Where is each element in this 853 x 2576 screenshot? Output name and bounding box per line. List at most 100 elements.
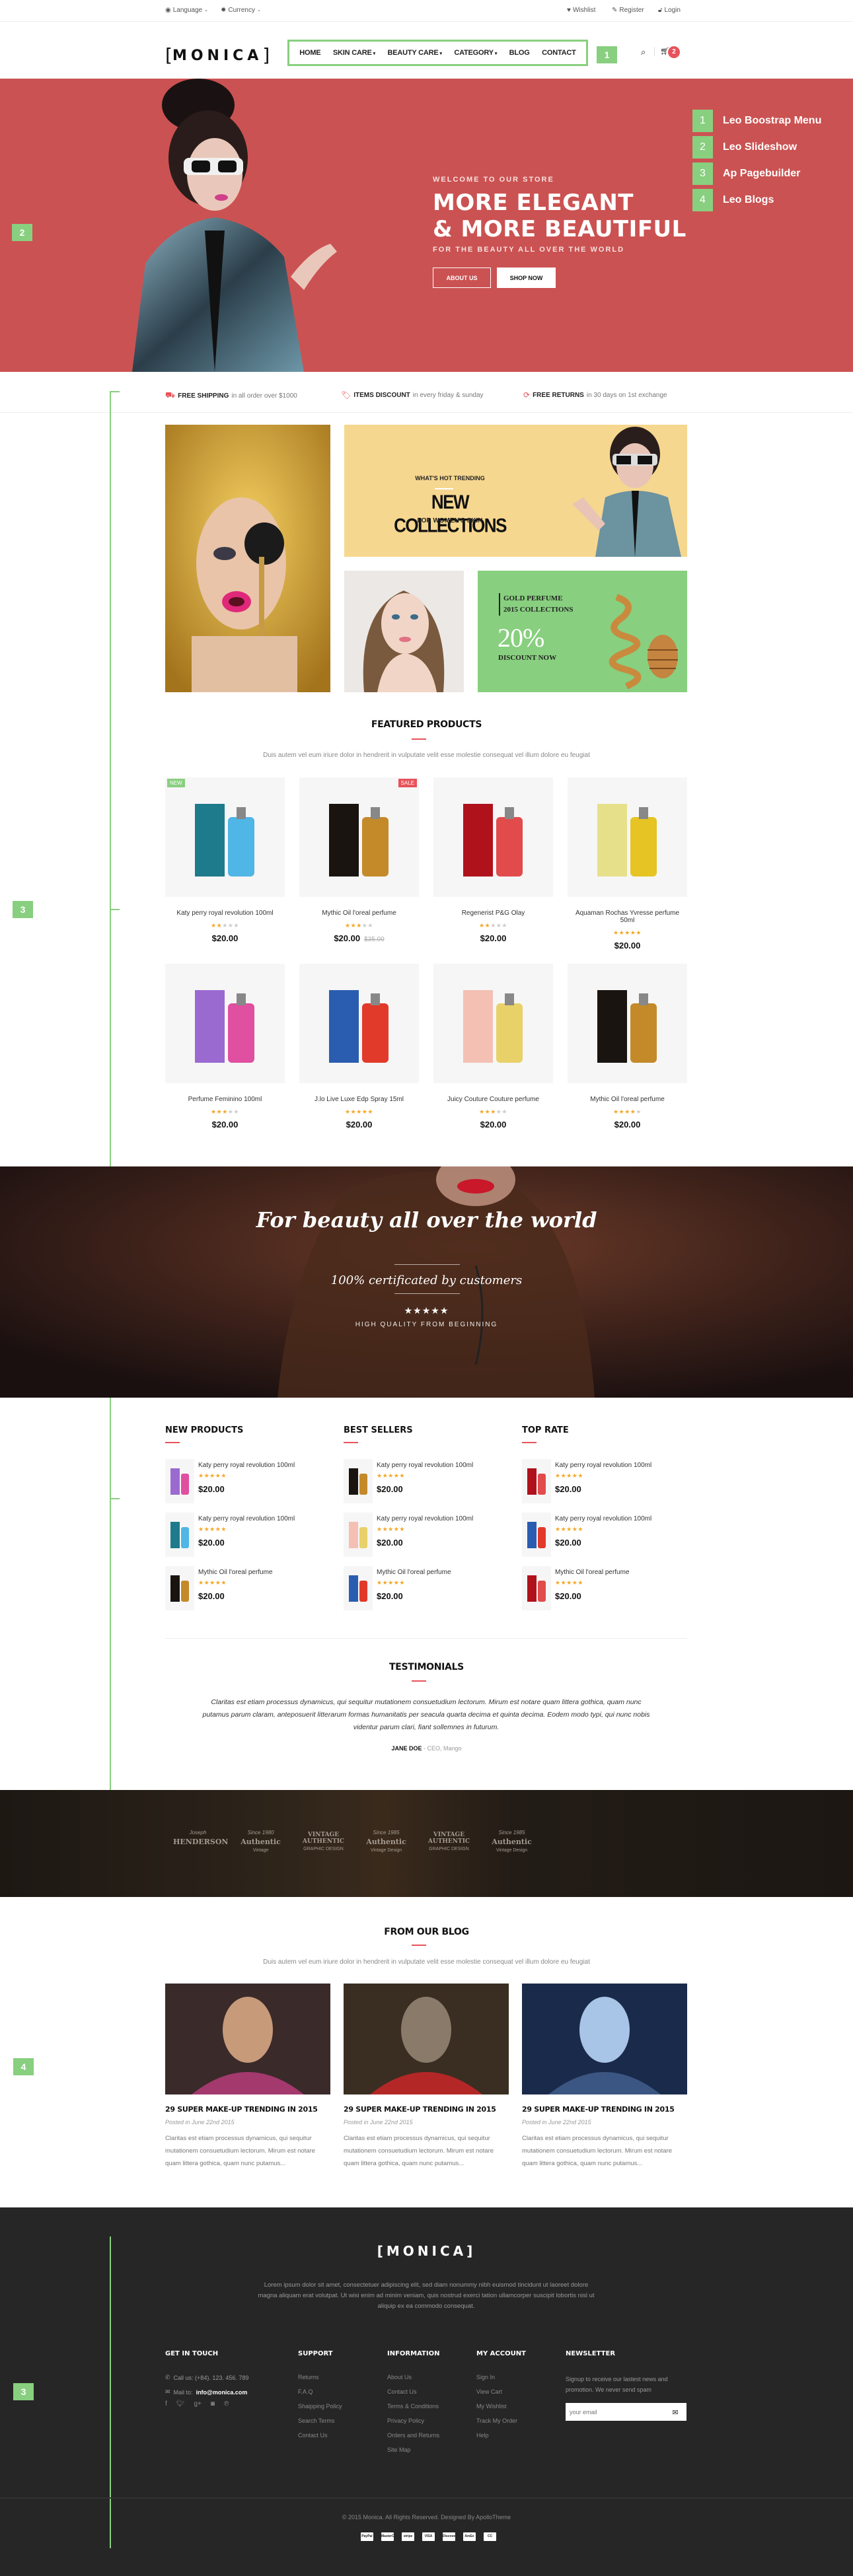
- product-image[interactable]: NEW: [165, 777, 285, 897]
- footer-link[interactable]: Shaipping Policy: [298, 2403, 342, 2410]
- list-item-thumbnail[interactable]: [165, 1459, 194, 1503]
- email-link[interactable]: info@monica.com: [196, 2389, 248, 2396]
- footer-link[interactable]: Contact Us: [387, 2388, 417, 2395]
- list-item-thumbnail[interactable]: [522, 1566, 551, 1610]
- list-item[interactable]: Katy perry royal revolution 100ml ★★★★★ $2…: [165, 1513, 330, 1557]
- list-item[interactable]: Mythic Oil l'oreal perfume ★★★★★ $20.00: [165, 1566, 330, 1610]
- blog-post-title[interactable]: 29 SUPER MAKE-UP TRENDING IN 2015: [522, 2105, 687, 2114]
- google-plus-icon[interactable]: g+: [194, 2400, 201, 2408]
- banner-new-collections[interactable]: WHAT'S HOT TRENDING NEW COLLECTIONS FOR …: [344, 425, 687, 557]
- nav-item-blog[interactable]: BLOG: [509, 49, 530, 57]
- brand-logo[interactable]: Joseph HENDERSON: [173, 1830, 228, 1869]
- footer-link[interactable]: My Wishlist: [476, 2403, 507, 2410]
- list-item-thumbnail[interactable]: [522, 1513, 551, 1557]
- product-name[interactable]: Regenerist P&G Olay: [433, 910, 553, 917]
- footer-link[interactable]: Returns: [298, 2374, 319, 2380]
- list-item-thumbnail[interactable]: [522, 1459, 551, 1503]
- blog-post-title[interactable]: 29 SUPER MAKE-UP TRENDING IN 2015: [344, 2105, 509, 2114]
- blog-post-image[interactable]: [344, 1984, 509, 2094]
- product-name[interactable]: Katy perry royal revolution 100ml: [165, 910, 285, 917]
- facebook-icon[interactable]: f: [165, 2400, 167, 2408]
- newsletter-email-input[interactable]: [566, 2403, 686, 2421]
- logo[interactable]: [MONICA]: [165, 43, 270, 66]
- product-card[interactable]: Aquaman Rochas Yvresse perfume 50ml ★★★★★…: [568, 777, 687, 950]
- footer-link[interactable]: Sign In: [476, 2374, 495, 2380]
- footer-link[interactable]: Track My Order: [476, 2417, 517, 2424]
- product-card[interactable]: Juicy Couture Couture perfume ★★★★★ $20.00: [433, 964, 553, 1129]
- footer-link[interactable]: Contact Us: [298, 2432, 328, 2439]
- banner-model-portrait[interactable]: [344, 571, 464, 692]
- brand-logo[interactable]: VINTAGE AUTHENTIC GRAPHIC DESIGN: [424, 1830, 474, 1869]
- register-link[interactable]: ✎ Register: [612, 7, 644, 14]
- list-item[interactable]: Mythic Oil l'oreal perfume ★★★★★ $20.00: [522, 1566, 687, 1610]
- list-item[interactable]: Katy perry royal revolution 100ml ★★★★★ $2…: [165, 1459, 330, 1503]
- nav-item-beauty-care[interactable]: BEAUTY CARE ▾: [387, 49, 442, 57]
- product-name[interactable]: Mythic Oil l'oreal perfume: [568, 1096, 687, 1103]
- product-name[interactable]: Juicy Couture Couture perfume: [433, 1096, 553, 1103]
- newsletter-submit-button[interactable]: ✉: [670, 2407, 681, 2417]
- blog-post-title[interactable]: 29 SUPER MAKE-UP TRENDING IN 2015: [165, 2105, 330, 2114]
- list-item-name[interactable]: Katy perry royal revolution 100ml: [377, 1462, 473, 1469]
- brand-logo[interactable]: VINTAGE AUTHENTIC GRAPHIC DESIGN: [299, 1830, 348, 1869]
- footer-logo[interactable]: [MONICA]: [0, 2243, 853, 2259]
- footer-link[interactable]: Help: [476, 2432, 489, 2439]
- wishlist-link[interactable]: ♥ Wishlist: [567, 7, 595, 14]
- product-image[interactable]: [299, 964, 419, 1083]
- shop-now-button[interactable]: SHOP NOW: [497, 268, 556, 288]
- product-image[interactable]: [568, 964, 687, 1083]
- nav-item-home[interactable]: HOME: [299, 49, 320, 57]
- list-item[interactable]: Katy perry royal revolution 100ml ★★★★★ $2…: [522, 1459, 687, 1503]
- footer-link[interactable]: View Cart: [476, 2388, 502, 2395]
- login-link[interactable]: 🔓︎ Login: [658, 7, 681, 14]
- nav-item-skin-care[interactable]: SKIN CARE ▾: [333, 49, 375, 57]
- list-item-name[interactable]: Katy perry royal revolution 100ml: [555, 1515, 651, 1522]
- brand-logo[interactable]: Since 1985 Authentic Vintage Design: [487, 1830, 537, 1869]
- product-card[interactable]: Regenerist P&G Olay ★★★★★ $20.00: [433, 777, 553, 943]
- list-item[interactable]: Katy perry royal revolution 100ml ★★★★★ $2…: [522, 1513, 687, 1557]
- list-item-name[interactable]: Katy perry royal revolution 100ml: [377, 1515, 473, 1522]
- list-item-thumbnail[interactable]: [344, 1566, 373, 1610]
- list-item-thumbnail[interactable]: [165, 1566, 194, 1610]
- nav-item-category[interactable]: CATEGORY ▾: [454, 49, 497, 57]
- product-card[interactable]: Mythic Oil l'oreal perfume ★★★★★ $20.00: [568, 964, 687, 1129]
- product-card[interactable]: Perfume Feminino 100ml ★★★★★ $20.00: [165, 964, 285, 1129]
- footer-link[interactable]: Orders and Returns: [387, 2432, 439, 2439]
- product-card[interactable]: J.lo Live Luxe Edp Spray 15ml ★★★★★ $20.00: [299, 964, 419, 1129]
- product-name[interactable]: Aquaman Rochas Yvresse perfume 50ml: [568, 910, 687, 924]
- list-item-name[interactable]: Katy perry royal revolution 100ml: [198, 1462, 295, 1469]
- language-dropdown[interactable]: ◉ Language ⌄: [165, 7, 208, 14]
- product-image[interactable]: [433, 777, 553, 897]
- pinterest-icon[interactable]: ℗: [224, 2400, 229, 2408]
- brand-logo[interactable]: Since 1980 Authentic Vintage: [236, 1830, 285, 1869]
- product-card[interactable]: NEW Katy perry royal revolution 100ml ★★★★…: [165, 777, 285, 943]
- product-name[interactable]: Perfume Feminino 100ml: [165, 1096, 285, 1103]
- list-item[interactable]: Katy perry royal revolution 100ml ★★★★★ $2…: [344, 1513, 509, 1557]
- currency-dropdown[interactable]: ✹ Currency ⌄: [221, 7, 261, 14]
- blog-post-image[interactable]: [165, 1984, 330, 2094]
- list-item-thumbnail[interactable]: [344, 1459, 373, 1503]
- banner-gold-perfume[interactable]: GOLD PERFUME 2015 COLLECTIONS 20% DISCOU…: [478, 571, 687, 692]
- twitter-icon[interactable]: 🐦︎: [176, 2400, 185, 2408]
- footer-link[interactable]: About Us: [387, 2374, 412, 2380]
- footer-link[interactable]: Site Map: [387, 2447, 411, 2453]
- footer-link[interactable]: F.A.Q: [298, 2388, 313, 2395]
- search-icon[interactable]: ⌕: [641, 47, 646, 57]
- footer-link[interactable]: Search Terms: [298, 2417, 334, 2424]
- product-card[interactable]: SALE Mythic Oil l'oreal perfume ★★★★★ $20.0…: [299, 777, 419, 943]
- product-image[interactable]: [165, 964, 285, 1083]
- list-item-name[interactable]: Mythic Oil l'oreal perfume: [555, 1569, 630, 1576]
- list-item-name[interactable]: Mythic Oil l'oreal perfume: [377, 1569, 451, 1576]
- list-item-name[interactable]: Mythic Oil l'oreal perfume: [198, 1569, 273, 1576]
- banner-makeup[interactable]: [165, 425, 330, 692]
- list-item[interactable]: Mythic Oil l'oreal perfume ★★★★★ $20.00: [344, 1566, 509, 1610]
- footer-link[interactable]: Privacy Policy: [387, 2417, 424, 2424]
- list-item[interactable]: Katy perry royal revolution 100ml ★★★★★ $2…: [344, 1459, 509, 1503]
- product-image[interactable]: [433, 964, 553, 1083]
- product-name[interactable]: J.lo Live Luxe Edp Spray 15ml: [299, 1096, 419, 1103]
- nav-item-contact[interactable]: CONTACT: [542, 49, 576, 57]
- list-item-thumbnail[interactable]: [165, 1513, 194, 1557]
- blog-post-image[interactable]: [522, 1984, 687, 2094]
- product-name[interactable]: Mythic Oil l'oreal perfume: [299, 910, 419, 917]
- brand-logo[interactable]: Since 1985 Authentic Vintage Design: [361, 1830, 411, 1869]
- footer-link[interactable]: Terms & Conditions: [387, 2403, 439, 2410]
